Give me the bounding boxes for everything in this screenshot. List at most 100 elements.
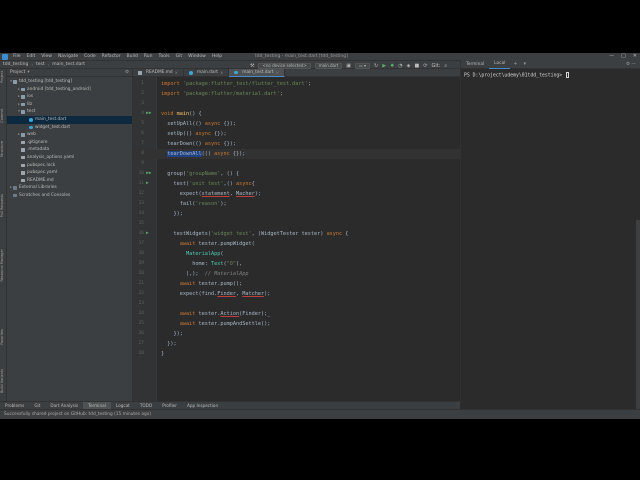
project-dropdown[interactable]: Project (10, 70, 25, 75)
tree-item[interactable]: ▾ test (7, 108, 132, 116)
minimize-panel-icon[interactable]: ⚙ — (626, 62, 636, 67)
menu-refactor[interactable]: Refactor (99, 53, 124, 60)
run-config-selector[interactable]: main.dart (314, 62, 343, 69)
code-line[interactable]: 26 }); (133, 329, 460, 339)
code-line[interactable]: 19 home: Text("0"), (133, 259, 460, 269)
chevron-down-icon[interactable]: ▾ (521, 61, 530, 67)
code-line[interactable]: 3 (133, 99, 460, 109)
breadcrumb-project[interactable]: tdd_testing (0, 62, 31, 67)
tab-local[interactable]: Local (489, 59, 511, 69)
code-line[interactable]: 28} (133, 349, 460, 359)
editor-tab-main-dart[interactable]: main.dart × (184, 69, 230, 77)
add-terminal-icon[interactable]: + (510, 61, 520, 67)
tree-item[interactable]: analysis_options.yaml (7, 154, 132, 162)
code-line[interactable]: 2 import 'package:flutter/material.dart'; (133, 89, 460, 99)
code-line[interactable]: 23 (133, 299, 460, 309)
code-line[interactable]: 1 import 'package:flutter_test/flutter_te… (133, 79, 460, 89)
terminal-scrollbar[interactable] (636, 220, 640, 419)
menu-git[interactable]: Git (173, 53, 186, 60)
menu-file[interactable]: File (10, 53, 24, 60)
menu-tools[interactable]: Tools (155, 53, 172, 60)
code-line[interactable]: 7 tearDown(() async {}); (133, 139, 460, 149)
code-line[interactable]: 16 ▶ testWidgets('widget test', (WidgetTe… (133, 229, 460, 239)
menu-run[interactable]: Run (141, 53, 156, 60)
breadcrumb-file[interactable]: main_test.dart (49, 62, 88, 67)
menu-code[interactable]: Code (81, 53, 99, 60)
code-line[interactable]: 5 setUpAll(() async {}); (133, 119, 460, 129)
sync-icon[interactable]: ⟳ (423, 63, 427, 69)
close-icon[interactable]: × (175, 69, 178, 77)
chevron-down-icon[interactable]: ▾ (27, 70, 29, 75)
breadcrumb-folder[interactable]: test (33, 62, 48, 67)
tool-tab-pull-requests[interactable]: Pull Requests (0, 194, 7, 217)
code-line[interactable]: 10 ▶▶ group('groupName', () { (133, 169, 460, 179)
editor-tab-main-test-dart[interactable]: main_test.dart × (229, 69, 285, 77)
tree-item[interactable]: ▸ web (7, 131, 132, 139)
code-line[interactable]: 18 MaterialApp( (133, 249, 460, 259)
close-button[interactable]: ✕ (633, 53, 637, 60)
tree-item[interactable]: .metadata (7, 146, 132, 154)
close-icon[interactable]: × (220, 69, 223, 77)
tree-item[interactable]: .gitignore (7, 139, 132, 147)
tree-item[interactable]: pubspec.lock (7, 162, 132, 170)
tool-tab-structure[interactable]: Structure (0, 141, 7, 157)
code-line[interactable]: 15 (133, 219, 460, 229)
device-dropdown[interactable]: ▭ ▾ (354, 62, 371, 69)
run-test-gutter-icon[interactable]: ▶▶ (146, 109, 151, 119)
code-line[interactable]: 17 await tester.pumpWidget( (133, 239, 460, 249)
tool-tab-favorites[interactable]: Favorites (0, 329, 7, 345)
minimize-button[interactable]: — (609, 53, 614, 60)
code-line[interactable]: 9 (133, 159, 460, 169)
code-line[interactable]: 25 await tester.pumpAndSettle(); (133, 319, 460, 329)
tree-item[interactable]: pubspec.yaml (7, 169, 132, 177)
restart-icon[interactable]: ↻ (374, 63, 378, 69)
code-line[interactable]: 4 ▶▶ void main() { (133, 109, 460, 119)
tree-item[interactable]: ▸ lib (7, 101, 132, 109)
search-icon[interactable]: ⌕ (444, 63, 447, 69)
tree-item[interactable]: ▾ tdd_testing [tdd_testing] (7, 78, 132, 86)
menu-edit[interactable]: Edit (24, 53, 39, 60)
code-line[interactable]: 12 expect(statement, Macher); (133, 189, 460, 199)
profile-icon[interactable]: ◔ (398, 63, 402, 69)
run-test-gutter-icon[interactable]: ▶ (146, 179, 149, 189)
code-line[interactable]: 20 ),); // MaterialApp (133, 269, 460, 279)
code-line[interactable]: 14 }); (133, 209, 460, 219)
code-line[interactable]: 22 expect(find.Finder, Matcher); (133, 289, 460, 299)
tool-tab-resource-manager[interactable]: Resource Manager (0, 249, 7, 282)
code-line[interactable]: 27 }); (133, 339, 460, 349)
maximize-button[interactable]: □ (621, 53, 626, 60)
editor-tab-readme-md[interactable]: README.md × (133, 69, 185, 77)
stop-icon[interactable]: ■ (415, 63, 420, 69)
tree-item[interactable]: main_test.dart (7, 115, 132, 124)
tool-tab-build-variants[interactable]: Build Variants (0, 369, 7, 393)
run-test-gutter-icon[interactable]: ▶ (146, 229, 149, 239)
code-line[interactable]: 8 tearDownAll(() async {}); (133, 149, 460, 159)
tree-item[interactable]: ▸ ios (7, 93, 132, 101)
terminal-output[interactable]: PS D:\project\udemy\01tdd_testing> (461, 69, 640, 82)
menu-help[interactable]: Help (209, 53, 225, 60)
gear-icon[interactable]: ⚙ (125, 70, 129, 75)
tree-item[interactable]: README.md (7, 177, 132, 185)
run-test-gutter-icon[interactable]: ▶▶ (146, 169, 151, 179)
tree-item[interactable]: Scratches and Consoles (7, 192, 132, 200)
emulator-icon[interactable]: ▣ (346, 63, 351, 69)
code-line[interactable]: 11 ▶ test('unit test',() async{ (133, 179, 460, 189)
tree-item[interactable]: widget_test.dart (7, 124, 132, 132)
code-editor[interactable]: 1 import 'package:flutter_test/flutter_te… (133, 77, 460, 403)
tool-tab-project[interactable]: Project (0, 71, 7, 83)
menu-view[interactable]: View (38, 53, 55, 60)
code-line[interactable]: 13 fail('reason'); (133, 199, 460, 209)
menu-navigate[interactable]: Navigate (55, 53, 81, 60)
tool-tab-commit[interactable]: Commit (0, 109, 7, 123)
code-line[interactable]: 24 await tester.Action(Finder);_ (133, 309, 460, 319)
coverage-icon[interactable]: ◈ (407, 63, 411, 69)
close-icon[interactable]: × (276, 69, 279, 77)
code-line[interactable]: 6 setUp(() async {}); (133, 129, 460, 139)
debug-icon[interactable]: ✹ (390, 63, 394, 69)
code-line[interactable]: 21 await tester.pump(); (133, 279, 460, 289)
menu-window[interactable]: Window (185, 53, 209, 60)
status-message[interactable]: Successfully shared project on GitHub: t… (4, 412, 151, 417)
tree-item[interactable]: ▸ External Libraries (7, 184, 132, 192)
tree-item[interactable]: ▸ android [tdd_testing_android] (7, 86, 132, 94)
run-icon[interactable]: ▶ (382, 63, 386, 69)
